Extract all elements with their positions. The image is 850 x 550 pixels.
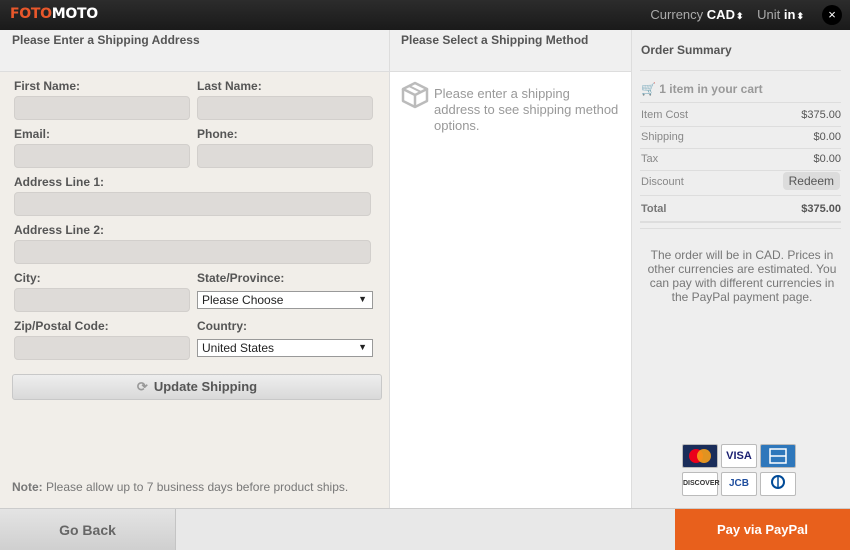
cart-icon: 🛒 [641,82,656,96]
phone-label: Phone: [197,127,238,141]
close-button[interactable]: × [822,5,842,25]
last-name-label: Last Name: [197,79,262,93]
shipping-method-panel: Please enter a shipping address to see s… [390,72,631,508]
zip-label: Zip/Postal Code: [14,319,109,333]
divider [640,126,841,127]
email-input[interactable] [14,144,190,168]
total-value: $375.00 [801,203,841,215]
jcb-icon: JCB [721,472,757,496]
amex-icon [760,444,796,468]
address-line2-label: Address Line 2: [14,223,105,237]
divider [640,70,841,71]
bottom-bar: Go Back Pay via PayPal [0,508,850,550]
discount-row: Discount Redeem [641,172,841,190]
divider [640,228,841,229]
pay-via-paypal-button[interactable]: Pay via PayPal [675,509,850,550]
order-summary: Order Summary 🛒 1 item in your cart Item… [631,30,850,508]
country-label: Country: [197,319,247,333]
dropdown-arrow-icon: ▼ [358,294,367,304]
unit-select[interactable]: in⬍ [784,7,804,22]
currency-select[interactable]: CAD⬍ [707,7,744,22]
dropdown-arrow-icon: ▼ [358,342,367,352]
address-line1-input[interactable] [14,192,371,216]
package-icon [401,81,429,109]
top-bar: FOTOMOTO Currency CAD⬍ Unit in⬍ × [0,0,850,30]
shipping-value: $0.00 [813,131,841,143]
tax-row: Tax $0.00 [641,153,841,165]
mastercard-icon [682,444,718,468]
zip-input[interactable] [14,336,190,360]
unit-label: Unit [757,7,781,22]
last-name-input[interactable] [197,96,373,120]
divider [640,221,841,223]
item-cost-row: Item Cost $375.00 [641,109,841,121]
updown-arrow-icon: ⬍ [735,11,744,21]
first-name-input[interactable] [14,96,190,120]
state-label: State/Province: [197,271,285,285]
shipping-row: Shipping $0.00 [641,131,841,143]
shipping-method-message: Please enter a shipping address to see s… [434,86,619,133]
shipping-note: Note: Please allow up to 7 business days… [12,480,349,494]
divider [640,170,841,171]
fotomoto-logo: FOTOMOTO [10,6,98,22]
redeem-button[interactable]: Redeem [782,172,840,190]
diners-club-icon [760,472,796,496]
phone-input[interactable] [197,144,373,168]
updown-arrow-icon: ⬍ [796,11,804,21]
currency-note: The order will be in CAD. Prices in othe… [647,248,837,304]
city-label: City: [14,271,41,285]
city-input[interactable] [14,288,190,312]
divider [640,102,841,103]
refresh-icon: ⟳ [136,379,148,394]
country-select[interactable]: United States ▼ [197,339,373,357]
cart-count: 🛒 1 item in your cart [641,82,763,96]
address-form: First Name: Last Name: Email: Phone: Add… [0,72,390,508]
total-row: Total $375.00 [641,203,841,215]
order-summary-title: Order Summary [641,43,732,57]
address-line2-input[interactable] [14,240,371,264]
email-label: Email: [14,127,51,141]
close-icon: × [828,7,836,22]
item-cost-value: $375.00 [801,109,841,121]
state-select[interactable]: Please Choose ▼ [197,291,373,309]
discover-icon: DISCOVER [682,472,720,496]
divider [640,148,841,149]
method-heading: Please Select a Shipping Method [390,30,631,72]
update-shipping-button[interactable]: ⟳ Update Shipping [12,374,382,400]
visa-icon: VISA [721,444,757,468]
divider [640,195,841,196]
currency-unit-controls: Currency CAD⬍ Unit in⬍ [650,7,814,22]
tax-value: $0.00 [813,153,841,165]
currency-label: Currency [650,7,704,22]
address-line1-label: Address Line 1: [14,175,105,189]
go-back-button[interactable]: Go Back [0,509,176,550]
address-heading: Please Enter a Shipping Address [0,30,390,72]
first-name-label: First Name: [14,79,81,93]
